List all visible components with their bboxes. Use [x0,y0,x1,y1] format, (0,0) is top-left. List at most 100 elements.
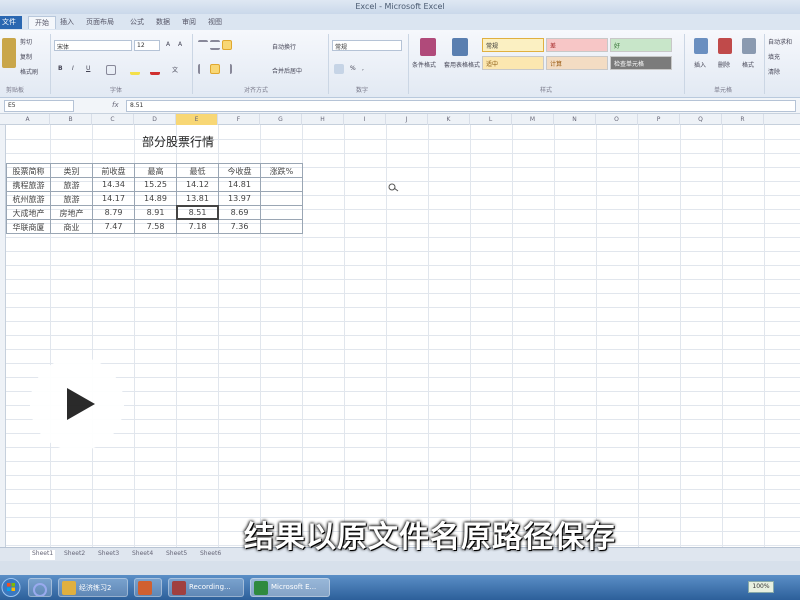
name-box[interactable]: E5 [4,100,74,112]
format-cells-icon[interactable] [742,38,756,54]
column-header-q[interactable]: Q [680,114,722,125]
align-bottom-icon[interactable] [222,40,232,50]
function-icon[interactable]: fx [112,101,119,109]
sheet-tab-4[interactable]: Sheet4 [132,550,153,560]
column-header-c[interactable]: C [92,114,134,125]
column-header-r[interactable]: R [722,114,764,125]
column-header-e[interactable]: E [176,114,218,125]
column-header-k[interactable]: K [428,114,470,125]
fill-button[interactable]: 填充 [768,52,780,61]
merge-center-button[interactable]: 合并后居中 [272,66,302,75]
column-header-j[interactable]: J [386,114,428,125]
taskbar-excel[interactable]: Microsoft E... [250,578,330,597]
column-header-n[interactable]: N [554,114,596,125]
column-header-g[interactable]: G [260,114,302,125]
table-cell[interactable]: 7.47 [92,219,135,234]
tab-file[interactable]: 文件 [0,16,22,29]
tab-view[interactable]: 视图 [202,16,228,29]
table-header-cell[interactable]: 前收盘 [92,163,135,178]
font-name-select[interactable]: 宋体 [54,40,132,51]
tab-home[interactable]: 开始 [28,16,56,29]
table-cell[interactable]: 大成地产 [6,205,51,220]
align-left-icon[interactable] [198,64,208,74]
table-cell[interactable]: 杭州旅游 [6,191,51,206]
autosum-button[interactable]: 自动求和 [768,37,792,46]
phonetic-icon[interactable]: 文 [172,65,178,74]
table-cell[interactable] [260,191,303,206]
align-middle-icon[interactable] [210,40,220,50]
indent-icon[interactable] [242,64,252,74]
table-cell[interactable]: 携程旅游 [6,177,51,192]
font-size-select[interactable]: 12 [134,40,160,51]
sheet-tab-5[interactable]: Sheet5 [166,550,187,560]
table-header-cell[interactable]: 最低 [176,163,219,178]
taskbar-folder[interactable]: 经济练习2 [58,578,128,597]
column-header-l[interactable]: L [470,114,512,125]
column-header-d[interactable]: D [134,114,176,125]
delete-cells-icon[interactable] [718,38,732,54]
sheet-tab-2[interactable]: Sheet2 [64,550,85,560]
style-bad[interactable]: 差 [546,38,608,52]
tab-page-layout[interactable]: 页面布局 [80,16,120,29]
copy-button[interactable]: 复制 [20,52,32,61]
italic-button[interactable]: I [72,65,74,72]
table-cell[interactable]: 13.97 [218,191,261,206]
column-header-b[interactable]: B [50,114,92,125]
conditional-format-button[interactable]: 条件格式 [412,60,436,69]
tab-review[interactable]: 审阅 [176,16,202,29]
column-header-f[interactable]: F [218,114,260,125]
active-cell[interactable] [176,205,219,220]
start-button-icon[interactable] [0,575,22,600]
style-normal[interactable]: 常规 [482,38,544,52]
style-neutral[interactable]: 适中 [482,56,544,70]
style-check-cell[interactable]: 检查单元格 [610,56,672,70]
column-header-a[interactable]: A [6,114,50,125]
insert-cells-icon[interactable] [694,38,708,54]
number-format-select[interactable]: 常规 [332,40,402,51]
table-cell[interactable]: 14.12 [176,177,219,192]
column-header-i[interactable]: I [344,114,386,125]
column-header-m[interactable]: M [512,114,554,125]
delete-cells-button[interactable]: 删除 [718,60,730,69]
style-good[interactable]: 好 [610,38,672,52]
orientation-icon[interactable] [242,40,252,50]
percent-icon[interactable]: % [350,65,356,72]
table-cell[interactable] [260,219,303,234]
table-header-cell[interactable]: 今收盘 [218,163,261,178]
sheet-tab-3[interactable]: Sheet3 [98,550,119,560]
font-color-icon[interactable] [150,65,160,75]
table-cell[interactable]: 15.25 [134,177,177,192]
table-cell[interactable]: 房地产 [50,205,93,220]
tab-formulas[interactable]: 公式 [124,16,150,29]
table-cell[interactable]: 14.34 [92,177,135,192]
column-header-p[interactable]: P [638,114,680,125]
table-cell[interactable]: 14.89 [134,191,177,206]
tab-insert[interactable]: 插入 [54,16,80,29]
fill-color-icon[interactable] [130,65,140,75]
column-header-h[interactable]: H [302,114,344,125]
table-cell[interactable]: 7.18 [176,219,219,234]
format-table-icon[interactable] [452,38,468,56]
table-cell[interactable]: 华联商厦 [6,219,51,234]
align-top-icon[interactable] [198,40,208,50]
table-cell[interactable]: 7.36 [218,219,261,234]
grow-font-icon[interactable]: A [166,41,170,48]
table-cell[interactable]: 8.91 [134,205,177,220]
paste-icon[interactable] [2,38,16,68]
style-calculation[interactable]: 计算 [546,56,608,70]
table-cell[interactable]: 8.69 [218,205,261,220]
sheet-title[interactable]: 部分股票行情 [92,133,264,150]
formula-input[interactable]: 8.51 [126,100,796,112]
wrap-text-button[interactable]: 自动换行 [272,42,296,51]
conditional-format-icon[interactable] [420,38,436,56]
table-cell[interactable]: 商业 [50,219,93,234]
table-header-cell[interactable]: 最高 [134,163,177,178]
table-cell[interactable]: 旅游 [50,191,93,206]
table-cell[interactable]: 旅游 [50,177,93,192]
table-cell[interactable] [260,177,303,192]
taskbar-recording[interactable]: Recording... [168,578,244,597]
taskbar-ie[interactable] [28,578,52,597]
taskbar-media[interactable] [134,578,162,597]
zoom-indicator[interactable]: 100% [748,581,774,593]
border-icon[interactable] [106,65,116,75]
